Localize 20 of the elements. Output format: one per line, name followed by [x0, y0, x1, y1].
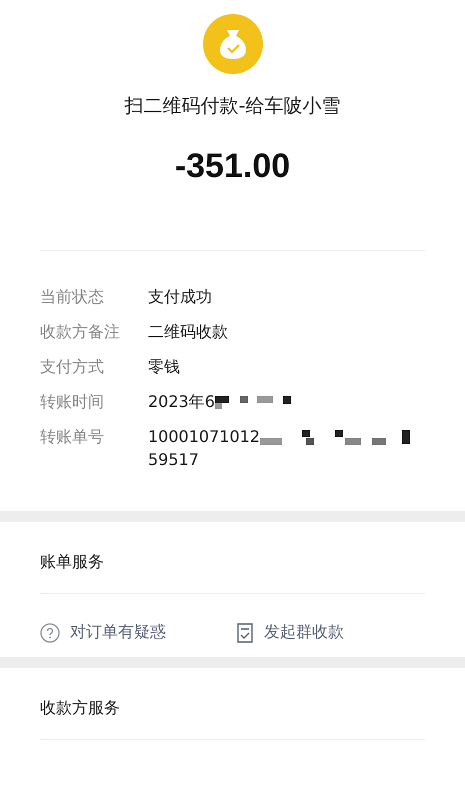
- detail-value: 二维码收款: [148, 321, 228, 343]
- detail-label: 转账单号: [40, 426, 105, 448]
- detail-value: 10001071012: [148, 426, 260, 448]
- service-link[interactable]: 对订单有疑惑: [40, 622, 166, 643]
- question-icon: [40, 622, 60, 642]
- detail-value: 支付成功: [148, 286, 212, 308]
- money-bag-icon: [202, 14, 262, 74]
- detail-value: 2023年6: [148, 391, 215, 413]
- section-title: 账单服务: [40, 551, 105, 573]
- amount: -351.00: [174, 147, 290, 186]
- detail-label: 转账时间: [40, 391, 105, 413]
- detail-label: 收款方备注: [40, 321, 121, 343]
- detail-label: 支付方式: [40, 356, 105, 378]
- detail-value-continuation: 59517: [148, 449, 200, 471]
- payee-title: 扫二维码付款-给车陂小雪: [124, 94, 340, 119]
- document-check-icon: [236, 622, 254, 642]
- detail-value: 零钱: [148, 356, 180, 378]
- detail-label: 当前状态: [40, 286, 105, 308]
- service-link[interactable]: 发起群收款: [236, 622, 344, 643]
- section-title: 收款方服务: [40, 697, 121, 719]
